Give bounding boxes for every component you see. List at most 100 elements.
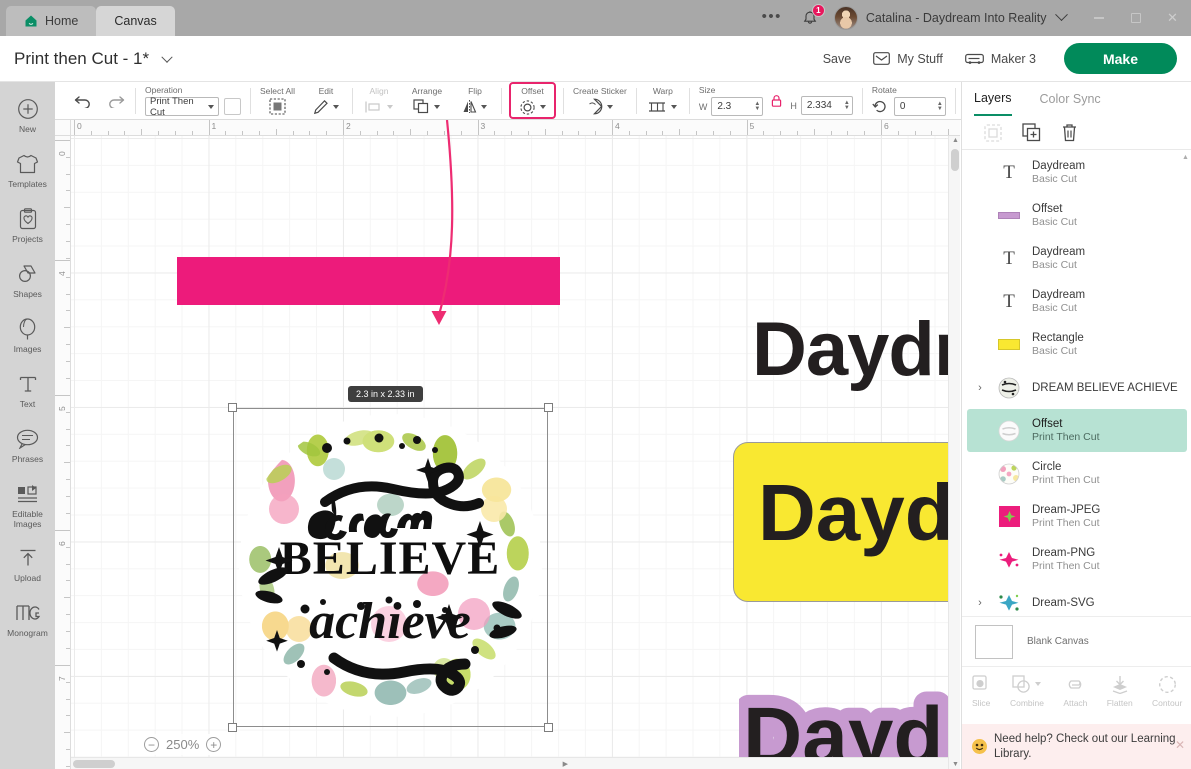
make-button[interactable]: Make — [1064, 43, 1177, 74]
contour-label: Contour — [1152, 698, 1183, 708]
height-value: 2.334 — [806, 100, 832, 111]
duplicate-icon[interactable] — [1022, 123, 1041, 142]
layer-name: Daydream — [1032, 246, 1086, 258]
offset-button[interactable]: Offset — [508, 82, 556, 119]
canvas-area[interactable]: Daydre Daydr Daydr Daydr Daydr 2.3 in x … — [55, 120, 960, 769]
window-minimize-button[interactable] — [1080, 0, 1117, 36]
sidebar-item-text[interactable]: Text — [0, 363, 55, 418]
sidebar-item-upload[interactable]: Upload — [0, 537, 55, 592]
jpeg-thumbnail-icon — [998, 506, 1020, 527]
scrollbar-thumb[interactable] — [951, 149, 959, 171]
rotate-stepper[interactable]: ▲ ▼ — [937, 101, 943, 112]
ruler-vertical: 0 4 5 6 7 — [55, 120, 71, 769]
height-stepper[interactable]: ▲ ▼ — [844, 100, 850, 111]
machine-selector[interactable]: Maker 3 — [964, 51, 1036, 66]
sidebar-item-shapes[interactable]: Shapes — [0, 253, 55, 308]
selected-design-object[interactable]: BELIEVE achieve — [228, 403, 553, 732]
daydream-text-yellow[interactable]: Daydr — [758, 460, 960, 573]
resize-handle-top-left[interactable] — [228, 403, 237, 412]
attach-button[interactable]: Attach — [1063, 673, 1087, 708]
resize-handle-top-right[interactable] — [544, 403, 553, 412]
layer-operation: Basic Cut — [1032, 216, 1077, 228]
daydream-text-plain[interactable]: Daydre — [752, 303, 960, 406]
rotate-input[interactable]: 0 ▲ ▼ — [893, 97, 946, 116]
layer-row[interactable]: T Daydream Basic Cut — [962, 280, 1191, 323]
undo-button[interactable] — [72, 90, 94, 112]
machine-label: Maker 3 — [990, 51, 1036, 66]
tab-layers[interactable]: Layers — [974, 82, 1012, 116]
combine-button[interactable]: Combine — [1010, 673, 1044, 708]
tab-canvas[interactable]: Canvas — [96, 6, 175, 36]
canvas-type-row[interactable]: Blank Canvas — [962, 616, 1191, 666]
my-stuff-button[interactable]: My Stuff — [873, 52, 943, 66]
sidebar-item-images[interactable]: Images — [0, 308, 55, 363]
delete-icon[interactable] — [1061, 123, 1078, 142]
layer-row[interactable]: Dream-JPEG Print Then Cut — [962, 495, 1191, 538]
arrange-button[interactable]: Arrange — [410, 86, 444, 116]
canvas-horizontal-scrollbar[interactable]: ▶ — [71, 757, 948, 769]
save-button[interactable]: Save — [823, 52, 852, 66]
canvas-vertical-scrollbar[interactable]: ▲ ▼ — [948, 136, 960, 769]
text-layer-icon: T — [1003, 161, 1015, 183]
width-input[interactable]: 2.3 ▲ ▼ — [711, 97, 764, 116]
layer-operation: Basic Cut — [1032, 259, 1077, 271]
layer-row[interactable]: Rectangle Basic Cut — [962, 323, 1191, 366]
height-input[interactable]: 2.334 ▲ ▼ — [800, 96, 853, 115]
expand-chevron-icon[interactable]: › — [974, 382, 986, 394]
tab-color-sync[interactable]: Color Sync — [1040, 82, 1101, 116]
layer-row[interactable]: Circle Print Then Cut — [962, 452, 1191, 495]
select-all-button[interactable]: Select All — [260, 86, 295, 116]
notifications-button[interactable]: 1 — [798, 4, 825, 29]
contour-button[interactable]: Contour — [1152, 673, 1182, 708]
resize-handle-bottom-right[interactable] — [544, 723, 553, 732]
edit-button[interactable]: Edit — [309, 86, 343, 116]
layer-row[interactable]: Offset Basic Cut — [962, 194, 1191, 237]
warp-button[interactable]: Warp — [646, 86, 680, 116]
scrollbar-thumb[interactable] — [73, 760, 115, 768]
select-all-icon — [269, 98, 286, 116]
scroll-down-icon[interactable]: ▼ — [952, 761, 959, 768]
close-icon[interactable]: ✕ — [1175, 738, 1185, 752]
sidebar-item-monogram[interactable]: Monogram — [0, 592, 55, 647]
avatar[interactable] — [833, 6, 858, 30]
zoom-in-button[interactable]: + — [206, 737, 222, 752]
zoom-out-button[interactable]: − — [144, 737, 159, 752]
width-stepper[interactable]: ▲ ▼ — [754, 101, 760, 112]
zoom-control[interactable]: − 250% + — [135, 734, 231, 755]
flip-button[interactable]: Flip — [458, 86, 492, 116]
daydream-text-purple-offset[interactable]: Daydr Daydr Daydr — [730, 678, 960, 769]
align-button[interactable]: Align — [362, 86, 396, 116]
sidebar-item-phrases[interactable]: Phrases — [0, 418, 55, 473]
account-name[interactable]: Catalina - Daydream Into Reality — [866, 8, 1068, 25]
combine-icon — [1012, 673, 1042, 695]
scroll-right-icon[interactable]: ▶ — [563, 760, 568, 768]
redo-button[interactable] — [104, 90, 126, 112]
layer-row[interactable]: › DREAM BELIEVE ACHIEVE — [962, 366, 1191, 409]
blank-canvas-swatch[interactable] — [975, 624, 1013, 659]
tab-home[interactable]: Home — [6, 6, 97, 36]
slice-button[interactable]: Slice — [972, 673, 991, 708]
create-sticker-button[interactable]: Create Sticker — [573, 86, 627, 116]
operation-color-swatch[interactable] — [224, 98, 241, 115]
sidebar-item-projects[interactable]: Projects — [0, 198, 55, 253]
flatten-button[interactable]: Flatten — [1107, 673, 1133, 708]
layer-row[interactable]: T Daydream Basic Cut — [962, 237, 1191, 280]
group-icon[interactable] — [984, 123, 1002, 142]
scroll-up-icon[interactable]: ▲ — [1181, 154, 1190, 161]
sidebar-item-templates[interactable]: Templates — [0, 143, 55, 198]
layer-row[interactable]: T Daydream Basic Cut — [962, 151, 1191, 194]
window-maximize-button[interactable] — [1117, 0, 1154, 36]
sidebar-item-new[interactable]: New — [0, 88, 55, 143]
operation-select[interactable]: Print Then Cut — [145, 96, 219, 118]
window-close-button[interactable]: ✕ — [1154, 0, 1191, 36]
layer-row[interactable]: Dream-PNG Print Then Cut — [962, 538, 1191, 581]
sidebar-item-editable-images[interactable]: Editable Images — [0, 473, 55, 537]
scroll-up-icon[interactable]: ▲ — [952, 137, 959, 144]
expand-chevron-icon[interactable]: › — [974, 597, 986, 609]
more-options-icon[interactable]: ••• — [752, 9, 792, 24]
lock-aspect-ratio-toggle[interactable] — [770, 94, 783, 108]
project-title[interactable]: Print then Cut - 1* — [14, 49, 173, 69]
pink-rectangle-shape[interactable] — [177, 257, 560, 305]
layer-row[interactable]: Offset Print Then Cut — [967, 409, 1187, 452]
resize-handle-bottom-left[interactable] — [228, 723, 237, 732]
